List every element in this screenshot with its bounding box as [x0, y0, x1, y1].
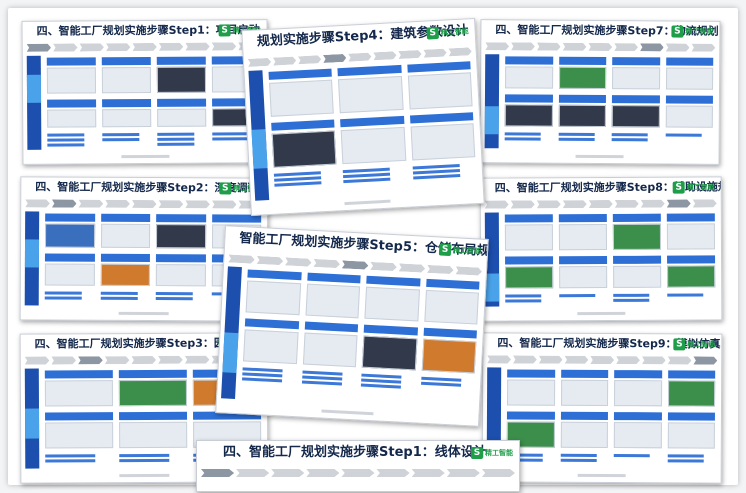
slide-step7: 四、智能工厂规划实施步骤Step7：物流规划 S 精工智能	[479, 19, 721, 165]
step-progress	[27, 42, 263, 52]
side-bar	[26, 55, 42, 150]
step-progress	[485, 42, 715, 52]
slide-step8: 四、智能工厂规划实施步骤Step8：辅助设施规划 S 精工智能	[479, 176, 723, 322]
side-bar	[221, 266, 242, 399]
slide-content	[503, 211, 717, 306]
slide-content	[266, 59, 479, 200]
brand-logo: S精工智能	[438, 242, 482, 258]
side-bar	[24, 211, 40, 306]
brand-logo: S精工智能	[673, 337, 715, 351]
brand-logo: S精工智能	[471, 446, 513, 460]
step-progress	[485, 199, 717, 208]
brand-logo: S精工智能	[671, 24, 713, 38]
slide-step1: 四、智能工厂规划实施步骤Step1：项目启动 S精工智能	[21, 19, 269, 165]
side-bar	[248, 70, 270, 201]
step-progress	[201, 469, 515, 477]
slide-content	[45, 54, 264, 150]
slide-content	[505, 367, 718, 468]
step-progress	[25, 199, 263, 208]
slide-content	[239, 267, 482, 411]
brand-logo: S精工智能	[426, 24, 469, 40]
brand-logo: S精工智能	[672, 180, 715, 194]
step-progress	[487, 355, 717, 364]
slide-step1-line-design: 四、智能工厂规划实施步骤Step1：线体设计 S 精工智能	[196, 440, 520, 492]
slide-content	[503, 54, 716, 149]
slide-step5: 智能工厂规划实施步骤Step5：仓储布局规划 S 精工智能	[215, 225, 489, 427]
slide-step4: 规划实施步骤Step4：建筑参数设计 S 精工智能	[241, 18, 485, 216]
side-bar	[24, 368, 40, 469]
side-bar	[484, 54, 500, 149]
